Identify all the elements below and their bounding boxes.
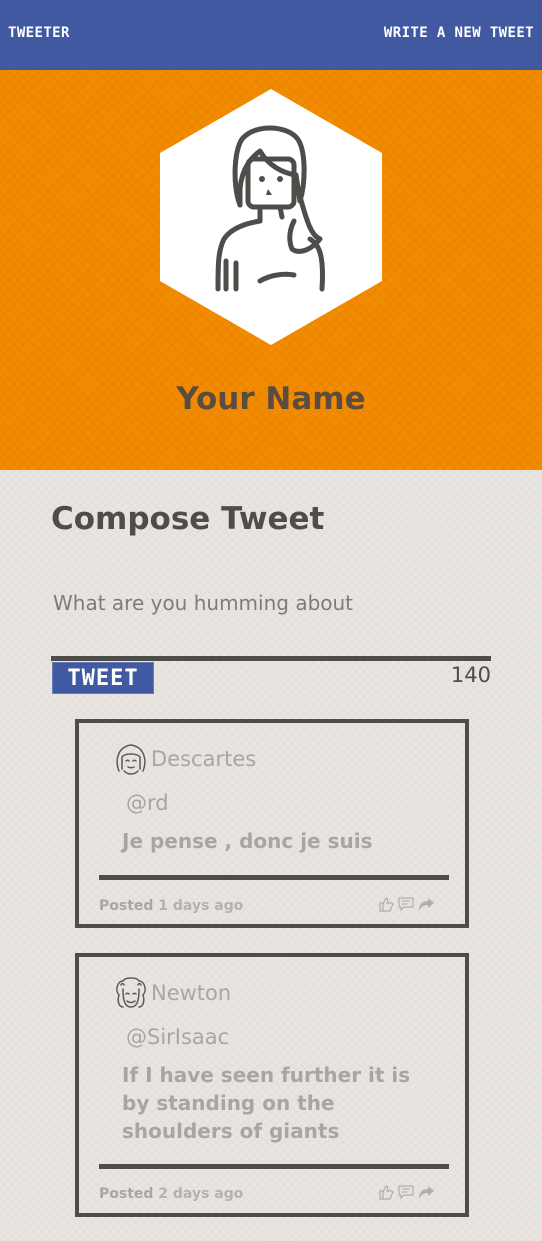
write-new-tweet-link[interactable]: Write a new tweet	[384, 25, 534, 41]
tweet-card: Descartes @rd Je pense , donc je suis Po…	[75, 719, 469, 928]
tweet-author[interactable]: Newton	[151, 981, 231, 1005]
top-navbar: Tweeter Write a new tweet	[0, 0, 542, 70]
profile-header: Your Name	[0, 70, 542, 470]
tweet-divider	[99, 1164, 449, 1169]
posted-age: 1 days ago	[158, 898, 244, 914]
retweet-icon[interactable]	[418, 1184, 434, 1200]
like-icon[interactable]	[378, 1184, 394, 1200]
woman-avatar-icon	[160, 89, 382, 345]
char-counter: 140	[450, 663, 491, 687]
tweet-handle[interactable]: @rd	[126, 791, 169, 815]
like-icon[interactable]	[378, 896, 394, 912]
retweet-icon[interactable]	[418, 896, 434, 912]
compose-divider	[51, 656, 491, 661]
tweet-timestamp: Posted 1 days ago	[99, 898, 243, 914]
tweet-divider	[99, 875, 449, 880]
profile-name: Your Name	[176, 381, 366, 417]
posted-prefix: Posted	[99, 1186, 154, 1202]
tweet-timestamp: Posted 2 days ago	[99, 1186, 243, 1202]
tweet-actions	[378, 896, 434, 912]
newton-avatar-icon	[116, 977, 146, 1008]
compose-title: Compose Tweet	[51, 501, 325, 537]
tweet-text: Je pense , donc je suis	[122, 829, 373, 853]
tweet-actions	[378, 1184, 434, 1200]
comment-icon[interactable]	[398, 896, 414, 912]
tweet-card: Newton @SirIsaac If I have seen further …	[75, 953, 469, 1217]
tweet-author[interactable]: Descartes	[151, 747, 256, 771]
compose-tweet-input[interactable]	[53, 585, 489, 621]
comment-icon[interactable]	[398, 1184, 414, 1200]
tweet-handle[interactable]: @SirIsaac	[126, 1025, 229, 1049]
descartes-avatar-icon	[116, 744, 146, 775]
brand-logo[interactable]: Tweeter	[8, 25, 70, 41]
tweet-submit-button[interactable]: Tweet	[52, 662, 154, 694]
posted-age: 2 days ago	[158, 1186, 244, 1202]
tweet-text: If I have seen further it is by standing…	[122, 1063, 411, 1143]
posted-prefix: Posted	[99, 898, 154, 914]
